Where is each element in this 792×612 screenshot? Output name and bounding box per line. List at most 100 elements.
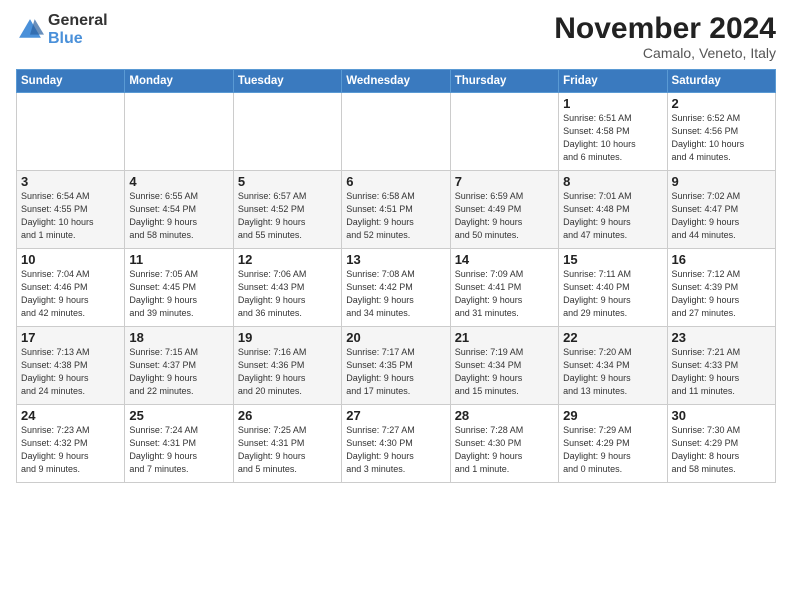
day-info: Sunrise: 7:13 AM Sunset: 4:38 PM Dayligh… <box>21 346 120 398</box>
day-number: 21 <box>455 330 554 345</box>
calendar-cell: 25Sunrise: 7:24 AM Sunset: 4:31 PM Dayli… <box>125 405 233 483</box>
col-tuesday: Tuesday <box>233 70 341 93</box>
logo-general: General <box>48 12 108 29</box>
day-number: 13 <box>346 252 445 267</box>
col-thursday: Thursday <box>450 70 558 93</box>
calendar-cell: 13Sunrise: 7:08 AM Sunset: 4:42 PM Dayli… <box>342 249 450 327</box>
day-info: Sunrise: 6:55 AM Sunset: 4:54 PM Dayligh… <box>129 190 228 242</box>
calendar-cell: 20Sunrise: 7:17 AM Sunset: 4:35 PM Dayli… <box>342 327 450 405</box>
day-info: Sunrise: 7:12 AM Sunset: 4:39 PM Dayligh… <box>672 268 771 320</box>
calendar-cell: 1Sunrise: 6:51 AM Sunset: 4:58 PM Daylig… <box>559 93 667 171</box>
day-number: 26 <box>238 408 337 423</box>
calendar-cell <box>450 93 558 171</box>
day-number: 30 <box>672 408 771 423</box>
day-info: Sunrise: 7:27 AM Sunset: 4:30 PM Dayligh… <box>346 424 445 476</box>
calendar-cell <box>233 93 341 171</box>
calendar-cell: 10Sunrise: 7:04 AM Sunset: 4:46 PM Dayli… <box>17 249 125 327</box>
day-info: Sunrise: 7:23 AM Sunset: 4:32 PM Dayligh… <box>21 424 120 476</box>
day-info: Sunrise: 6:54 AM Sunset: 4:55 PM Dayligh… <box>21 190 120 242</box>
calendar-cell: 9Sunrise: 7:02 AM Sunset: 4:47 PM Daylig… <box>667 171 775 249</box>
day-info: Sunrise: 7:01 AM Sunset: 4:48 PM Dayligh… <box>563 190 662 242</box>
day-number: 24 <box>21 408 120 423</box>
day-info: Sunrise: 7:20 AM Sunset: 4:34 PM Dayligh… <box>563 346 662 398</box>
calendar-cell <box>17 93 125 171</box>
week-row-2: 3Sunrise: 6:54 AM Sunset: 4:55 PM Daylig… <box>17 171 776 249</box>
day-info: Sunrise: 7:02 AM Sunset: 4:47 PM Dayligh… <box>672 190 771 242</box>
page: General Blue November 2024 Camalo, Venet… <box>0 0 792 612</box>
day-number: 1 <box>563 96 662 111</box>
day-number: 29 <box>563 408 662 423</box>
day-info: Sunrise: 7:25 AM Sunset: 4:31 PM Dayligh… <box>238 424 337 476</box>
calendar-cell: 7Sunrise: 6:59 AM Sunset: 4:49 PM Daylig… <box>450 171 558 249</box>
calendar-cell: 27Sunrise: 7:27 AM Sunset: 4:30 PM Dayli… <box>342 405 450 483</box>
day-info: Sunrise: 7:08 AM Sunset: 4:42 PM Dayligh… <box>346 268 445 320</box>
calendar-cell: 12Sunrise: 7:06 AM Sunset: 4:43 PM Dayli… <box>233 249 341 327</box>
day-info: Sunrise: 7:05 AM Sunset: 4:45 PM Dayligh… <box>129 268 228 320</box>
day-number: 12 <box>238 252 337 267</box>
day-number: 28 <box>455 408 554 423</box>
day-number: 25 <box>129 408 228 423</box>
day-number: 8 <box>563 174 662 189</box>
calendar-cell: 22Sunrise: 7:20 AM Sunset: 4:34 PM Dayli… <box>559 327 667 405</box>
col-wednesday: Wednesday <box>342 70 450 93</box>
day-info: Sunrise: 7:30 AM Sunset: 4:29 PM Dayligh… <box>672 424 771 476</box>
logo: General Blue <box>16 12 108 48</box>
calendar-cell <box>125 93 233 171</box>
day-number: 7 <box>455 174 554 189</box>
day-info: Sunrise: 7:21 AM Sunset: 4:33 PM Dayligh… <box>672 346 771 398</box>
day-number: 19 <box>238 330 337 345</box>
day-number: 27 <box>346 408 445 423</box>
day-number: 5 <box>238 174 337 189</box>
subtitle: Camalo, Veneto, Italy <box>554 45 776 61</box>
day-number: 17 <box>21 330 120 345</box>
day-info: Sunrise: 7:09 AM Sunset: 4:41 PM Dayligh… <box>455 268 554 320</box>
week-row-4: 17Sunrise: 7:13 AM Sunset: 4:38 PM Dayli… <box>17 327 776 405</box>
day-info: Sunrise: 6:57 AM Sunset: 4:52 PM Dayligh… <box>238 190 337 242</box>
calendar-cell: 4Sunrise: 6:55 AM Sunset: 4:54 PM Daylig… <box>125 171 233 249</box>
day-info: Sunrise: 7:16 AM Sunset: 4:36 PM Dayligh… <box>238 346 337 398</box>
calendar-cell: 11Sunrise: 7:05 AM Sunset: 4:45 PM Dayli… <box>125 249 233 327</box>
day-info: Sunrise: 7:19 AM Sunset: 4:34 PM Dayligh… <box>455 346 554 398</box>
week-row-1: 1Sunrise: 6:51 AM Sunset: 4:58 PM Daylig… <box>17 93 776 171</box>
col-friday: Friday <box>559 70 667 93</box>
col-sunday: Sunday <box>17 70 125 93</box>
main-title: November 2024 <box>554 12 776 45</box>
day-number: 11 <box>129 252 228 267</box>
calendar-cell: 23Sunrise: 7:21 AM Sunset: 4:33 PM Dayli… <box>667 327 775 405</box>
day-info: Sunrise: 6:59 AM Sunset: 4:49 PM Dayligh… <box>455 190 554 242</box>
day-number: 18 <box>129 330 228 345</box>
day-info: Sunrise: 7:04 AM Sunset: 4:46 PM Dayligh… <box>21 268 120 320</box>
title-block: November 2024 Camalo, Veneto, Italy <box>554 12 776 61</box>
week-row-5: 24Sunrise: 7:23 AM Sunset: 4:32 PM Dayli… <box>17 405 776 483</box>
day-number: 15 <box>563 252 662 267</box>
day-number: 9 <box>672 174 771 189</box>
calendar-cell: 5Sunrise: 6:57 AM Sunset: 4:52 PM Daylig… <box>233 171 341 249</box>
logo-icon <box>16 16 44 44</box>
calendar-cell: 18Sunrise: 7:15 AM Sunset: 4:37 PM Dayli… <box>125 327 233 405</box>
calendar-cell: 30Sunrise: 7:30 AM Sunset: 4:29 PM Dayli… <box>667 405 775 483</box>
day-number: 14 <box>455 252 554 267</box>
day-info: Sunrise: 7:11 AM Sunset: 4:40 PM Dayligh… <box>563 268 662 320</box>
calendar-cell: 16Sunrise: 7:12 AM Sunset: 4:39 PM Dayli… <box>667 249 775 327</box>
calendar-cell: 28Sunrise: 7:28 AM Sunset: 4:30 PM Dayli… <box>450 405 558 483</box>
day-number: 3 <box>21 174 120 189</box>
calendar-cell: 14Sunrise: 7:09 AM Sunset: 4:41 PM Dayli… <box>450 249 558 327</box>
calendar-cell: 17Sunrise: 7:13 AM Sunset: 4:38 PM Dayli… <box>17 327 125 405</box>
day-info: Sunrise: 6:58 AM Sunset: 4:51 PM Dayligh… <box>346 190 445 242</box>
calendar-cell: 15Sunrise: 7:11 AM Sunset: 4:40 PM Dayli… <box>559 249 667 327</box>
calendar-cell: 29Sunrise: 7:29 AM Sunset: 4:29 PM Dayli… <box>559 405 667 483</box>
day-info: Sunrise: 7:24 AM Sunset: 4:31 PM Dayligh… <box>129 424 228 476</box>
calendar-header-row: Sunday Monday Tuesday Wednesday Thursday… <box>17 70 776 93</box>
calendar-cell: 21Sunrise: 7:19 AM Sunset: 4:34 PM Dayli… <box>450 327 558 405</box>
calendar-cell: 6Sunrise: 6:58 AM Sunset: 4:51 PM Daylig… <box>342 171 450 249</box>
calendar-cell: 2Sunrise: 6:52 AM Sunset: 4:56 PM Daylig… <box>667 93 775 171</box>
day-info: Sunrise: 6:52 AM Sunset: 4:56 PM Dayligh… <box>672 112 771 164</box>
day-info: Sunrise: 7:29 AM Sunset: 4:29 PM Dayligh… <box>563 424 662 476</box>
day-info: Sunrise: 7:28 AM Sunset: 4:30 PM Dayligh… <box>455 424 554 476</box>
day-number: 6 <box>346 174 445 189</box>
day-number: 2 <box>672 96 771 111</box>
col-saturday: Saturday <box>667 70 775 93</box>
calendar-cell: 26Sunrise: 7:25 AM Sunset: 4:31 PM Dayli… <box>233 405 341 483</box>
day-info: Sunrise: 7:06 AM Sunset: 4:43 PM Dayligh… <box>238 268 337 320</box>
logo-blue: Blue <box>48 30 83 47</box>
